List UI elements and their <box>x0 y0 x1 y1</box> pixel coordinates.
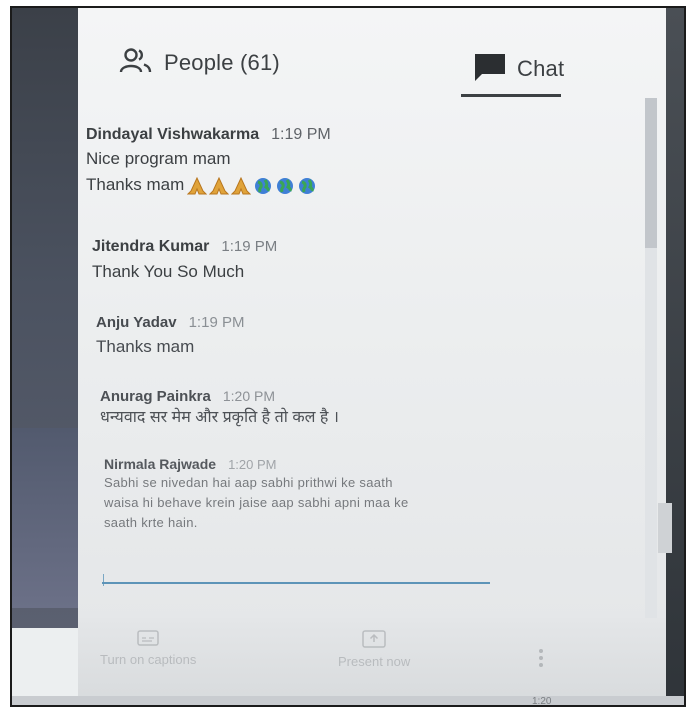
folded-hands-emoji-icon <box>187 176 208 195</box>
globe-emoji-icon <box>255 177 272 194</box>
background-window <box>12 8 78 628</box>
message-text-row: Thanks mam <box>86 174 626 196</box>
tab-people-label: People (61) <box>164 50 280 75</box>
chat-message: Nirmala Rajwade 1:20 PM Sabhi se nivedan… <box>104 456 534 532</box>
taskbar-clock: 1:20 <box>532 696 552 707</box>
captions-label: Turn on captions <box>100 652 197 667</box>
emoji-row <box>187 176 319 195</box>
captions-button[interactable]: Turn on captions <box>100 630 196 667</box>
text-cursor <box>103 574 104 586</box>
message-sender: Anju Yadav <box>96 314 177 331</box>
message-text-line: saath krte hain. <box>104 514 198 530</box>
message-sender: Anurag Painkra <box>100 388 211 405</box>
present-now-button[interactable]: Present now <box>338 630 410 669</box>
chat-message: Jitendra Kumar 1:19 PM Thank You So Much <box>92 238 632 283</box>
more-options-icon[interactable] <box>538 648 544 673</box>
globe-emoji-icon <box>299 177 316 194</box>
message-text-line: Sabhi se nivedan hai aap sabhi prithwi k… <box>104 475 393 490</box>
message-text-line: waisa hi behave krein jaise aap sabhi ap… <box>104 494 409 510</box>
people-icon <box>118 47 154 80</box>
message-text-line: Nice program mam <box>86 149 231 168</box>
message-text-line: Thank You So Much <box>92 262 245 281</box>
chat-bubble-icon <box>473 52 507 87</box>
message-sender: Dindayal Vishwakarma <box>86 126 260 143</box>
message-time: 1:20 PM <box>228 457 277 472</box>
captions-icon <box>137 630 159 646</box>
scrollbar-thumb-lower <box>658 503 672 553</box>
message-text-line: धन्यवाद सर मेम और प्रकृति है तो कल है । <box>100 409 339 426</box>
present-now-label: Present now <box>338 654 411 669</box>
tab-chat-label: Chat <box>517 56 565 81</box>
os-taskbar: 1:20 <box>12 696 684 707</box>
chat-message: Anju Yadav 1:19 PM Thanks mam <box>96 314 636 358</box>
tab-chat[interactable]: Chat <box>473 50 564 88</box>
message-time: 1:20 PM <box>222 388 276 404</box>
chat-message: Anurag Painkra 1:20 PM धन्यवाद सर मेम और… <box>100 388 640 429</box>
message-text-line: Thanks mam <box>86 175 185 195</box>
folded-hands-emoji-icon <box>231 176 252 195</box>
message-time: 1:19 PM <box>271 126 331 143</box>
message-time: 1:19 PM <box>221 238 278 255</box>
tab-people[interactable]: People (61) <box>118 44 280 82</box>
active-tab-indicator <box>461 94 561 97</box>
meeting-side-panel: People (61) Chat Dindayal Vishwakarma 1:… <box>78 8 672 705</box>
present-icon <box>362 630 386 648</box>
scrollbar-thumb[interactable] <box>645 98 657 248</box>
folded-hands-emoji-icon <box>209 176 230 195</box>
message-time: 1:19 PM <box>188 314 245 331</box>
chat-message-input[interactable] <box>102 582 490 584</box>
message-sender: Jitendra Kumar <box>92 238 210 255</box>
chat-message: Dindayal Vishwakarma 1:19 PM Nice progra… <box>86 126 626 196</box>
message-sender: Nirmala Rajwade <box>104 456 217 472</box>
photo-frame: People (61) Chat Dindayal Vishwakarma 1:… <box>10 6 686 707</box>
message-text-line: Thanks mam <box>96 337 195 356</box>
globe-emoji-icon <box>277 177 294 194</box>
meeting-controls-bar: Turn on captions Present now <box>78 618 666 705</box>
